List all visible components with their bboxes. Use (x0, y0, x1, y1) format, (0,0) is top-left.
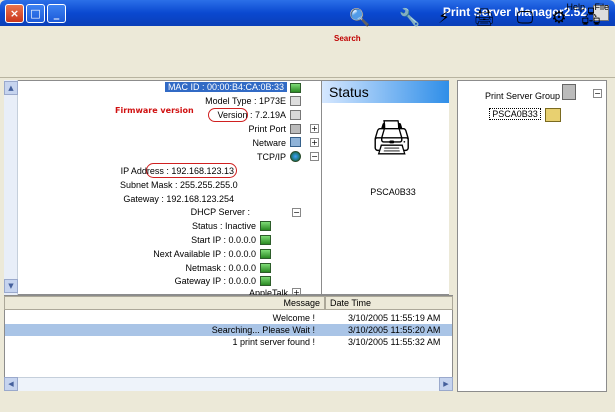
start-ip-icon (260, 235, 271, 245)
version[interactable]: Version : 7.2.19A (180, 110, 286, 120)
appletalk[interactable]: AppleTalk (240, 288, 288, 295)
printer-setup-icon[interactable]: 🖨 (470, 4, 498, 32)
next-available-ip[interactable]: Next Available IP : 0.0.0.0 (120, 249, 256, 259)
firmware-version-note: Firmware version (115, 106, 194, 115)
tcpip[interactable]: TCP/IP (238, 152, 286, 162)
network-icon[interactable]: 🖧 (577, 4, 605, 32)
scroll-right-arrow[interactable]: ▶ (439, 377, 453, 391)
printer-port-icon (290, 124, 301, 134)
column-header-date-time[interactable]: Date Time (325, 296, 453, 310)
gateway-ip[interactable]: Gateway IP : 0.0.0.0 (150, 276, 256, 286)
mac-id[interactable]: MAC ID : 00:00:B4:CA:0B:33 (165, 82, 287, 92)
close-button[interactable]: × (5, 4, 24, 23)
print-port-expander[interactable]: + (310, 124, 319, 133)
log-msg-2: Searching... Please Wait ! (211, 325, 315, 335)
model-type[interactable]: Model Type : 1P73E (180, 96, 286, 106)
log-date-1: 3/10/2005 11:55:19 AM (348, 313, 441, 323)
dhcp-status[interactable]: Status : Inactive (150, 221, 256, 231)
netware[interactable]: Netware (238, 138, 286, 148)
gateway[interactable]: Gateway : 192.168.123.254 (120, 194, 234, 204)
netmask[interactable]: Netmask : 0.0.0.0 (150, 263, 256, 273)
wrench-icon[interactable]: 🔧 (396, 4, 424, 32)
appletalk-expander[interactable]: + (292, 288, 301, 297)
server-group-icon (562, 84, 576, 100)
log-date-3: 3/10/2005 11:55:32 AM (348, 337, 441, 347)
vertical-scrollbar[interactable] (4, 80, 18, 295)
maximize-button[interactable]: □ (26, 4, 45, 23)
tcpip-expander[interactable]: − (310, 152, 319, 161)
tree-group-label[interactable]: Print Server Group (480, 91, 560, 101)
search-icon[interactable]: 🔍 (346, 4, 374, 32)
print-port[interactable]: Print Port (238, 124, 286, 134)
status-header: Status (321, 81, 449, 103)
netware-icon (290, 137, 301, 147)
gateway-ip-icon (260, 276, 271, 286)
status-server-name: PSCA0B33 (370, 187, 416, 197)
dhcp-status-icon (260, 221, 271, 231)
settings-icon[interactable]: ⚙ (545, 4, 573, 32)
printer-icon: 🖨 (370, 118, 414, 158)
lightning-icon[interactable]: ⚡ (430, 4, 458, 32)
netmask-icon (260, 263, 271, 273)
server-tree (457, 80, 607, 392)
log-msg-1: Welcome ! (272, 313, 315, 323)
toolbar (0, 42, 615, 78)
subnet-mask[interactable]: Subnet Mask : 255.255.255.0 (120, 180, 238, 190)
log-msg-3: 1 print server found ! (232, 337, 315, 347)
netware-expander[interactable]: + (310, 138, 319, 147)
dhcp-server[interactable]: DHCP Server : (180, 207, 250, 217)
scroll-left-arrow[interactable]: ◀ (4, 377, 18, 391)
version-icon (290, 110, 301, 120)
ip-address[interactable]: IP Address : 192.168.123.13 (120, 166, 234, 176)
tree-collapse-toggle[interactable]: − (593, 89, 602, 98)
next-ip-icon (260, 249, 271, 259)
info-item-icon (290, 83, 301, 93)
horizontal-scrollbar[interactable] (4, 377, 453, 391)
model-icon (290, 96, 301, 106)
printer-icon (545, 108, 561, 122)
start-ip[interactable]: Start IP : 0.0.0.0 (150, 235, 256, 245)
globe-icon (290, 151, 301, 162)
tree-server-item[interactable]: PSCA0B33 (489, 108, 541, 120)
monitor-icon[interactable]: 🖵 (511, 4, 539, 32)
scroll-up-arrow[interactable]: ▲ (4, 81, 18, 95)
dhcp-expander[interactable]: − (292, 208, 301, 217)
minimize-button[interactable]: _ (47, 4, 66, 23)
scroll-down-arrow[interactable]: ▼ (4, 279, 18, 293)
column-header-message[interactable]: Message (4, 296, 325, 310)
log-date-2: 3/10/2005 11:55:20 AM (348, 325, 441, 335)
search-label: Search (334, 34, 361, 43)
